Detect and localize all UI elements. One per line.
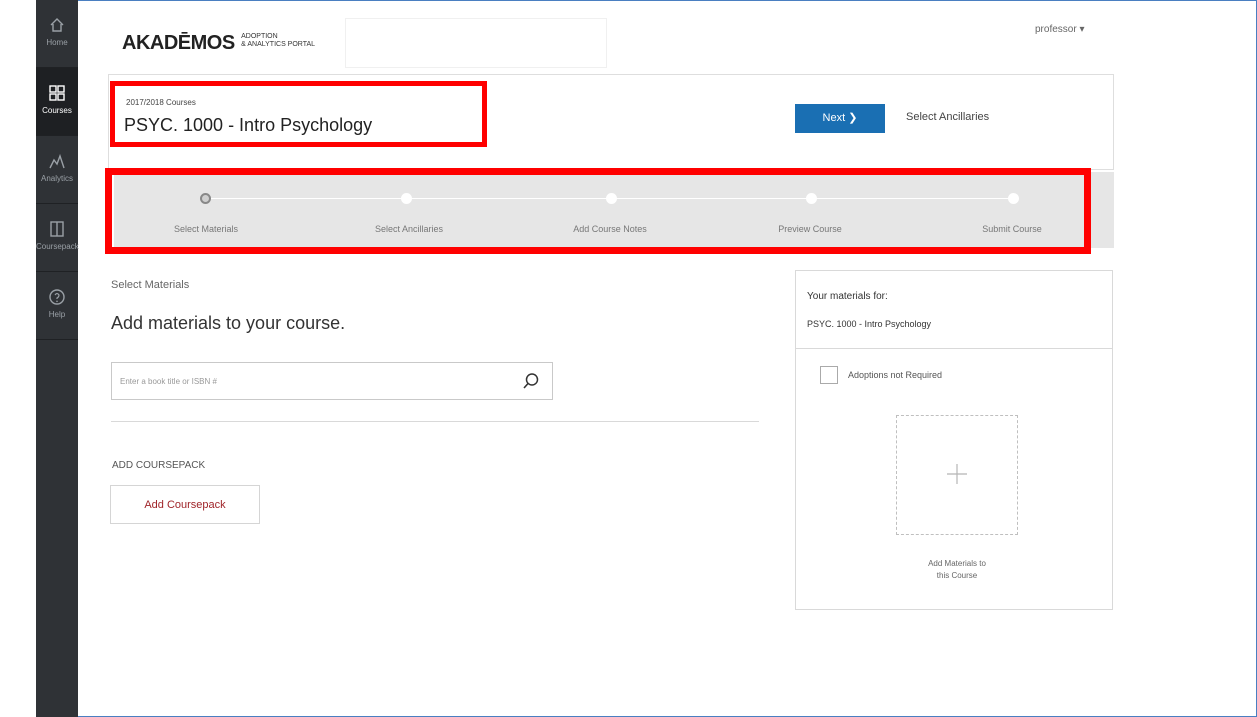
materials-panel: Your materials for: PSYC. 1000 - Intro P…	[795, 270, 1113, 610]
grid-icon	[49, 85, 65, 101]
sidebar-item-label: Coursepack	[36, 242, 79, 251]
section-label: Select Materials	[111, 279, 190, 291]
sidebar-item-label: Courses	[42, 106, 72, 115]
next-step-link[interactable]: Select Ancillaries	[906, 111, 989, 123]
redacted-area	[345, 18, 607, 68]
sidebar: Home Courses Analytics Coursepack Help	[36, 0, 79, 717]
search-box[interactable]	[111, 362, 553, 400]
next-button[interactable]: Next ❯	[795, 104, 885, 133]
sidebar-item-label: Analytics	[40, 174, 73, 183]
materials-heading: Your materials for:	[807, 291, 888, 302]
add-label-line1: Add Materials to	[928, 559, 986, 568]
panel-divider	[796, 348, 1112, 349]
logo-sub-line1: ADOPTION	[241, 33, 278, 40]
sidebar-item-coursepack[interactable]: Coursepack	[36, 204, 79, 272]
logo-main: AKADĒMOS	[122, 32, 235, 54]
logo-sub: ADOPTION & ANALYTICS PORTAL	[241, 33, 315, 49]
add-materials-label: Add Materials to this Course	[891, 558, 1023, 582]
user-menu[interactable]: professor ▾	[1035, 24, 1084, 35]
highlight-box-course	[110, 81, 487, 147]
sidebar-item-courses[interactable]: Courses	[36, 68, 78, 136]
section-title: Add materials to your course.	[111, 313, 346, 333]
search-input[interactable]	[120, 373, 500, 389]
logo-sub-line2: & ANALYTICS PORTAL	[241, 41, 316, 48]
sidebar-item-home[interactable]: Home	[36, 0, 78, 68]
app-logo: AKADĒMOS ADOPTION & ANALYTICS PORTAL	[122, 32, 315, 55]
home-icon	[50, 18, 64, 32]
sidebar-item-analytics[interactable]: Analytics	[36, 136, 78, 204]
adoptions-not-required-checkbox[interactable]	[820, 366, 838, 384]
chart-icon	[49, 153, 65, 169]
sidebar-item-label: Home	[46, 38, 68, 47]
add-coursepack-button[interactable]: Add Coursepack	[110, 485, 260, 524]
sidebar-item-label: Help	[48, 310, 66, 319]
search-icon[interactable]	[522, 372, 540, 390]
coursepack-label: ADD COURSEPACK	[112, 460, 206, 471]
left-gutter	[0, 0, 36, 717]
add-label-line2: this Course	[936, 571, 978, 580]
sidebar-item-help[interactable]: Help	[36, 272, 78, 340]
help-icon	[49, 289, 65, 305]
add-materials-dropzone[interactable]	[896, 415, 1018, 535]
plus-icon	[947, 464, 967, 484]
adoptions-not-required-label[interactable]: Adoptions not Required	[848, 370, 942, 380]
divider	[111, 421, 759, 422]
highlight-box-stepper	[105, 168, 1091, 254]
materials-course: PSYC. 1000 - Intro Psychology	[807, 319, 932, 329]
book-icon	[50, 221, 64, 237]
